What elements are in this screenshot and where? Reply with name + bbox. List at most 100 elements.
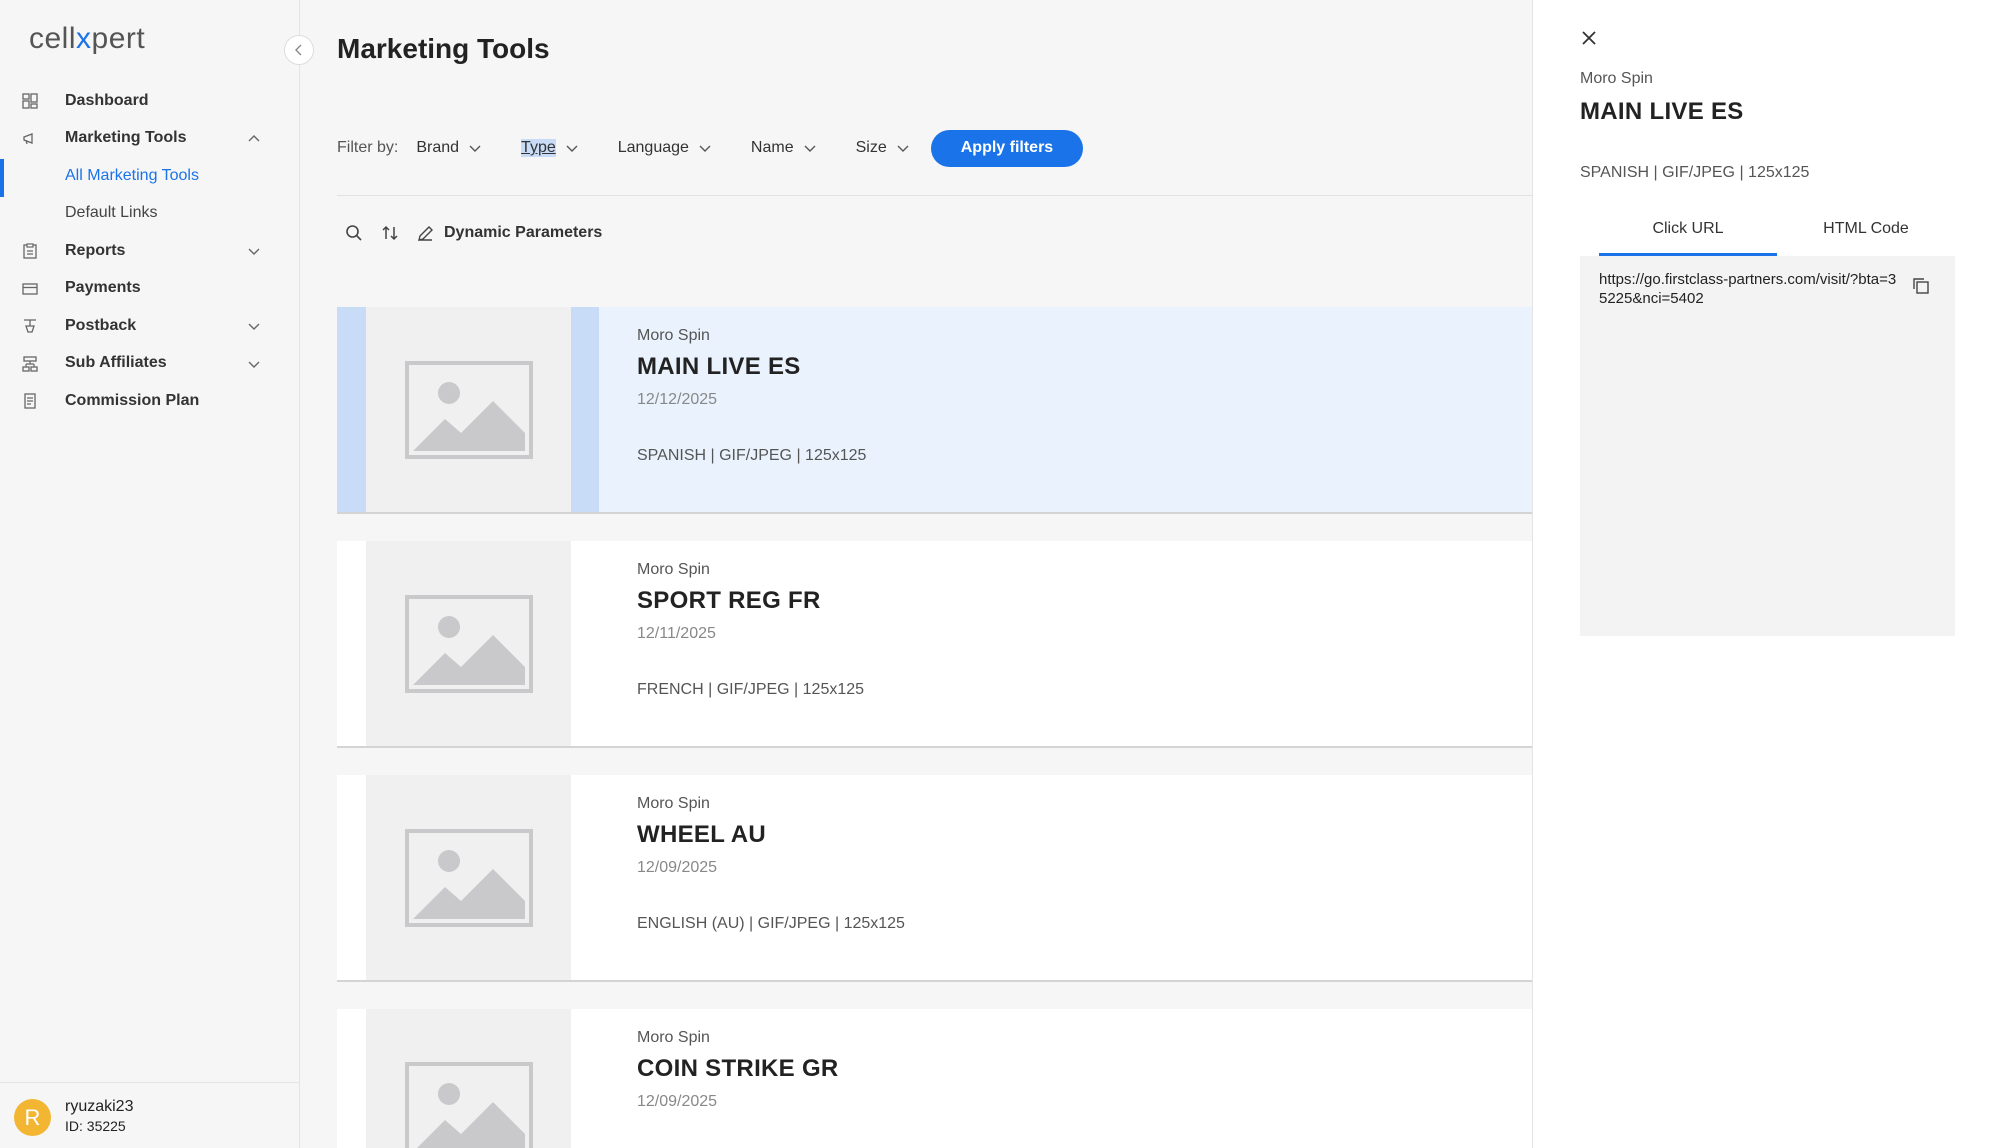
thumbnail-frame	[337, 541, 599, 746]
avatar: R	[14, 1099, 51, 1136]
close-icon	[1582, 31, 1596, 45]
card-brand: Moro Spin	[637, 1029, 710, 1046]
sidebar-item-label: Payments	[65, 279, 141, 297]
card-date: 12/12/2025	[637, 391, 718, 408]
thumbnail-frame	[337, 307, 599, 512]
filter-label: Filter by:	[337, 139, 399, 156]
postback-icon	[24, 319, 36, 333]
dynamic-parameters-button[interactable]: Dynamic Parameters	[417, 224, 602, 242]
panel-tabs: Click URL HTML Code	[1599, 214, 1973, 256]
sidebar-item-label: Default Links	[65, 204, 158, 222]
page-title: Marketing Tools	[337, 33, 550, 64]
image-placeholder-icon	[404, 828, 533, 927]
marketing-tool-card[interactable]: Moro Spin WHEEL AU 12/09/2025 ENGLISH (A…	[337, 775, 1532, 982]
click-url-text[interactable]: https://go.firstclass-partners.com/visit…	[1599, 270, 1904, 308]
sidebar-item-postback[interactable]: Postback	[0, 307, 300, 345]
dashboard-icon	[22, 93, 38, 109]
chevron-down-icon[interactable]	[248, 358, 260, 370]
marketing-tool-card[interactable]: Moro Spin MAIN LIVE ES 12/12/2025 SPANIS…	[337, 307, 1532, 514]
sidebar-item-label: Commission Plan	[65, 391, 200, 409]
sidebar-item-dashboard[interactable]: Dashboard	[0, 82, 300, 120]
image-placeholder-icon	[404, 360, 533, 459]
apply-filters-button[interactable]: Apply filters	[930, 129, 1084, 167]
filter-brand[interactable]: Brand	[416, 139, 481, 157]
divider	[337, 195, 1532, 196]
tab-click-url[interactable]: Click URL	[1599, 214, 1777, 256]
chevron-down-icon[interactable]	[248, 245, 260, 257]
image-placeholder-icon	[404, 1062, 533, 1148]
copy-button[interactable]	[1912, 277, 1930, 300]
logo[interactable]: cellxpert	[29, 22, 145, 56]
thumbnail-frame	[337, 775, 599, 980]
collapse-sidebar-button[interactable]	[284, 35, 314, 65]
sidebar-item-reports[interactable]: Reports	[0, 232, 300, 270]
sidebar-item-all-marketing-tools[interactable]: All Marketing Tools	[0, 157, 300, 197]
card-name: WHEEL AU	[637, 821, 767, 848]
dynamic-parameters-label: Dynamic Parameters	[444, 224, 603, 241]
card-brand: Moro Spin	[637, 561, 710, 578]
panel-title: MAIN LIVE ES	[1580, 98, 1744, 125]
user-profile[interactable]: R ryuzaki23 ID: 35225	[0, 1082, 300, 1148]
thumbnail	[366, 307, 571, 512]
close-panel-button[interactable]	[1579, 28, 1599, 48]
logo-text-part: cell	[29, 22, 77, 55]
click-url-box: https://go.firstclass-partners.com/visit…	[1580, 256, 1955, 636]
sidebar-item-label: All Marketing Tools	[65, 166, 199, 184]
network-icon	[22, 355, 38, 372]
filter-brand-label: Brand	[416, 139, 460, 156]
sidebar-item-label: Sub Affiliates	[65, 354, 167, 372]
list-toolbar: Dynamic Parameters	[345, 220, 602, 246]
search-button[interactable]	[345, 224, 363, 242]
marketing-tool-card[interactable]: Moro Spin SPORT REG FR 12/11/2025 FRENCH…	[337, 541, 1532, 748]
thumbnail-frame	[337, 1009, 599, 1148]
filter-size[interactable]: Size	[856, 139, 909, 157]
filter-size-label: Size	[855, 139, 887, 156]
sidebar-item-label: Marketing Tools	[65, 129, 187, 147]
chevron-down-icon[interactable]	[248, 320, 260, 332]
search-icon	[346, 225, 362, 241]
sidebar-item-payments[interactable]: Payments	[0, 270, 300, 308]
marketing-tool-card[interactable]: Moro Spin COIN STRIKE GR 12/09/2025	[337, 1009, 1532, 1148]
filter-language-label: Language	[617, 139, 689, 156]
filter-type[interactable]: Type	[521, 139, 578, 157]
sidebar-item-sub-affiliates[interactable]: Sub Affiliates	[0, 345, 300, 383]
card-meta: FRENCH | GIF/JPEG | 125x125	[637, 681, 865, 698]
clipboard-icon	[23, 243, 37, 259]
main-content: Marketing Tools Filter by: Brand Type La…	[301, 0, 1532, 1148]
sort-button[interactable]	[381, 224, 399, 242]
panel-brand: Moro Spin	[1580, 70, 1653, 87]
sidebar-nav: Dashboard Marketing Tools All Marketing …	[0, 82, 300, 420]
tab-html-code[interactable]: HTML Code	[1777, 214, 1955, 256]
sort-icon	[382, 225, 398, 241]
card-icon	[22, 282, 38, 295]
chevron-up-icon[interactable]	[248, 133, 260, 145]
sidebar-item-label: Dashboard	[65, 91, 149, 109]
filter-name-label: Name	[750, 139, 794, 156]
card-date: 12/09/2025	[637, 1093, 718, 1110]
card-date: 12/11/2025	[637, 625, 716, 642]
card-meta: ENGLISH (AU) | GIF/JPEG | 125x125	[637, 915, 905, 932]
sidebar-item-default-links[interactable]: Default Links	[0, 195, 300, 233]
panel-meta: SPANISH | GIF/JPEG | 125x125	[1580, 164, 1810, 181]
sidebar-item-marketing-tools[interactable]: Marketing Tools	[0, 120, 300, 158]
filter-language[interactable]: Language	[618, 139, 711, 157]
logo-text-part: pert	[91, 22, 146, 55]
detail-panel: Moro Spin MAIN LIVE ES SPANISH | GIF/JPE…	[1532, 0, 1999, 1148]
filter-name[interactable]: Name	[751, 139, 816, 157]
sidebar-item-commission-plan[interactable]: Commission Plan	[0, 382, 300, 420]
filter-bar: Filter by: Brand Type Language Name Size…	[337, 129, 1084, 167]
document-icon	[24, 393, 36, 409]
thumbnail	[366, 1009, 571, 1148]
card-date: 12/09/2025	[637, 859, 718, 876]
chevron-down-icon	[897, 145, 909, 152]
chevron-down-icon	[566, 145, 578, 152]
copy-icon	[1913, 278, 1929, 294]
chevron-down-icon	[699, 145, 711, 152]
image-placeholder-icon	[404, 594, 533, 693]
pencil-icon	[418, 225, 433, 241]
card-brand: Moro Spin	[637, 327, 710, 344]
user-name: ryuzaki23	[65, 1098, 134, 1115]
thumbnail	[366, 775, 571, 980]
chevron-down-icon	[469, 145, 481, 152]
card-brand: Moro Spin	[637, 795, 710, 812]
